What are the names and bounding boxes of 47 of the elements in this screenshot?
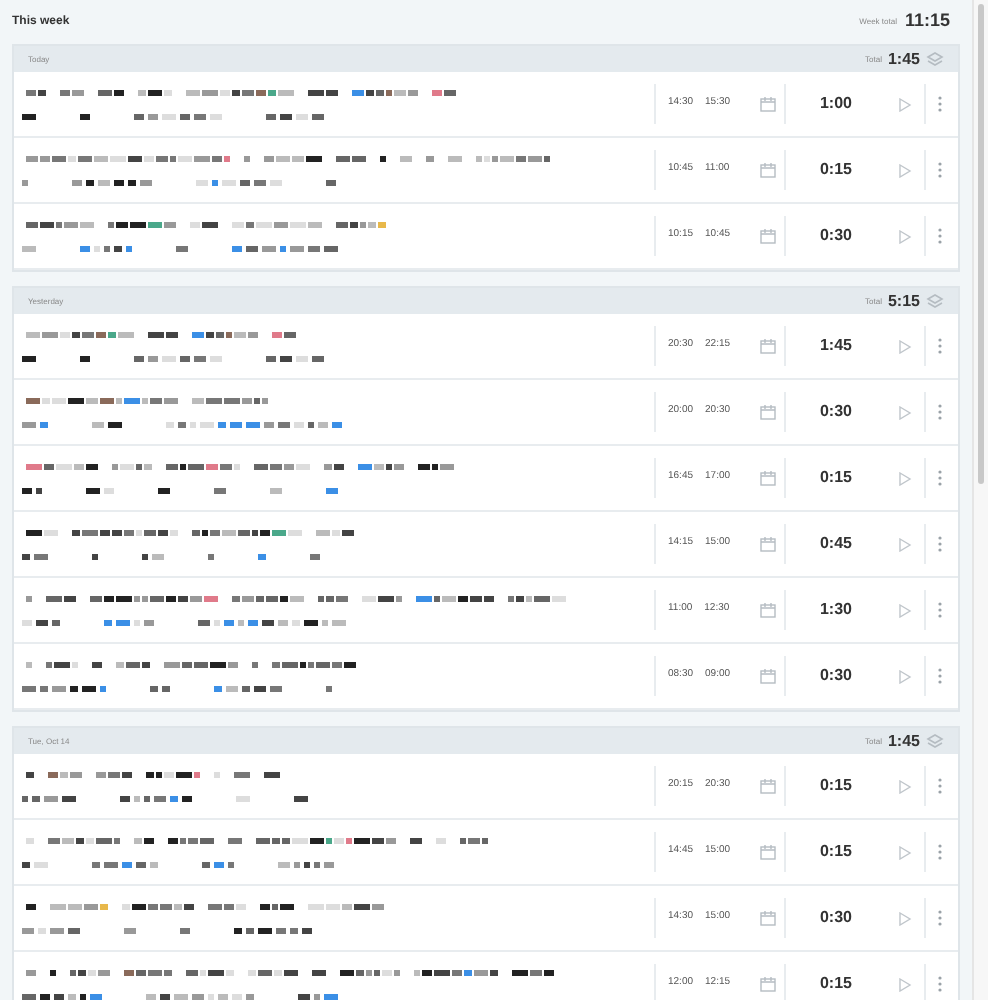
play-icon[interactable] bbox=[898, 537, 912, 551]
play-icon[interactable] bbox=[898, 229, 912, 243]
entry-duration[interactable]: 0:30 bbox=[819, 224, 852, 248]
calendar-icon[interactable] bbox=[759, 228, 775, 244]
entry-duration[interactable]: 0:45 bbox=[819, 532, 852, 556]
entry-duration[interactable]: 1:30 bbox=[819, 598, 852, 622]
calendar-icon[interactable] bbox=[759, 470, 775, 486]
entry-duration[interactable]: 0:15 bbox=[819, 972, 852, 996]
day-total: 1:45 bbox=[887, 729, 920, 753]
calendar-icon[interactable] bbox=[759, 602, 775, 618]
play-icon[interactable] bbox=[898, 779, 912, 793]
play-icon[interactable] bbox=[898, 339, 912, 353]
week-total-value: 11:15 bbox=[904, 8, 950, 35]
calendar-icon[interactable] bbox=[759, 162, 775, 178]
calendar-icon[interactable] bbox=[759, 844, 775, 860]
calendar-icon[interactable] bbox=[759, 536, 775, 552]
entry-duration[interactable]: 0:15 bbox=[819, 466, 852, 490]
calendar-icon[interactable] bbox=[759, 910, 775, 926]
play-icon[interactable] bbox=[898, 405, 912, 419]
play-icon[interactable] bbox=[898, 97, 912, 111]
calendar-icon[interactable] bbox=[759, 404, 775, 420]
play-icon[interactable] bbox=[898, 163, 912, 177]
calendar-icon[interactable] bbox=[759, 96, 775, 112]
scrollbar-thumb[interactable] bbox=[978, 4, 984, 484]
calendar-icon[interactable] bbox=[759, 778, 775, 794]
play-icon[interactable] bbox=[898, 669, 912, 683]
calendar-icon[interactable] bbox=[759, 338, 775, 354]
entry-duration[interactable]: 1:45 bbox=[819, 334, 852, 358]
layers-icon[interactable] bbox=[926, 732, 944, 750]
play-icon[interactable] bbox=[898, 977, 912, 991]
play-icon[interactable] bbox=[898, 471, 912, 485]
calendar-icon[interactable] bbox=[759, 668, 775, 684]
calendar-icon[interactable] bbox=[759, 976, 775, 992]
entry-duration[interactable]: 0:30 bbox=[819, 400, 852, 424]
entry-duration[interactable]: 0:30 bbox=[819, 906, 852, 930]
entry-duration[interactable]: 0:15 bbox=[819, 774, 852, 798]
entry-duration[interactable]: 1:00 bbox=[819, 92, 852, 116]
layers-icon[interactable] bbox=[926, 50, 944, 68]
entry-duration[interactable]: 0:30 bbox=[819, 664, 852, 688]
entry-duration[interactable]: 0:15 bbox=[819, 840, 852, 864]
play-icon[interactable] bbox=[898, 603, 912, 617]
play-icon[interactable] bbox=[898, 911, 912, 925]
layers-icon[interactable] bbox=[926, 292, 944, 310]
play-icon[interactable] bbox=[898, 845, 912, 859]
day-total: 1:45 bbox=[887, 47, 920, 71]
day-total: 5:15 bbox=[887, 289, 920, 313]
entry-duration[interactable]: 0:15 bbox=[819, 158, 852, 182]
